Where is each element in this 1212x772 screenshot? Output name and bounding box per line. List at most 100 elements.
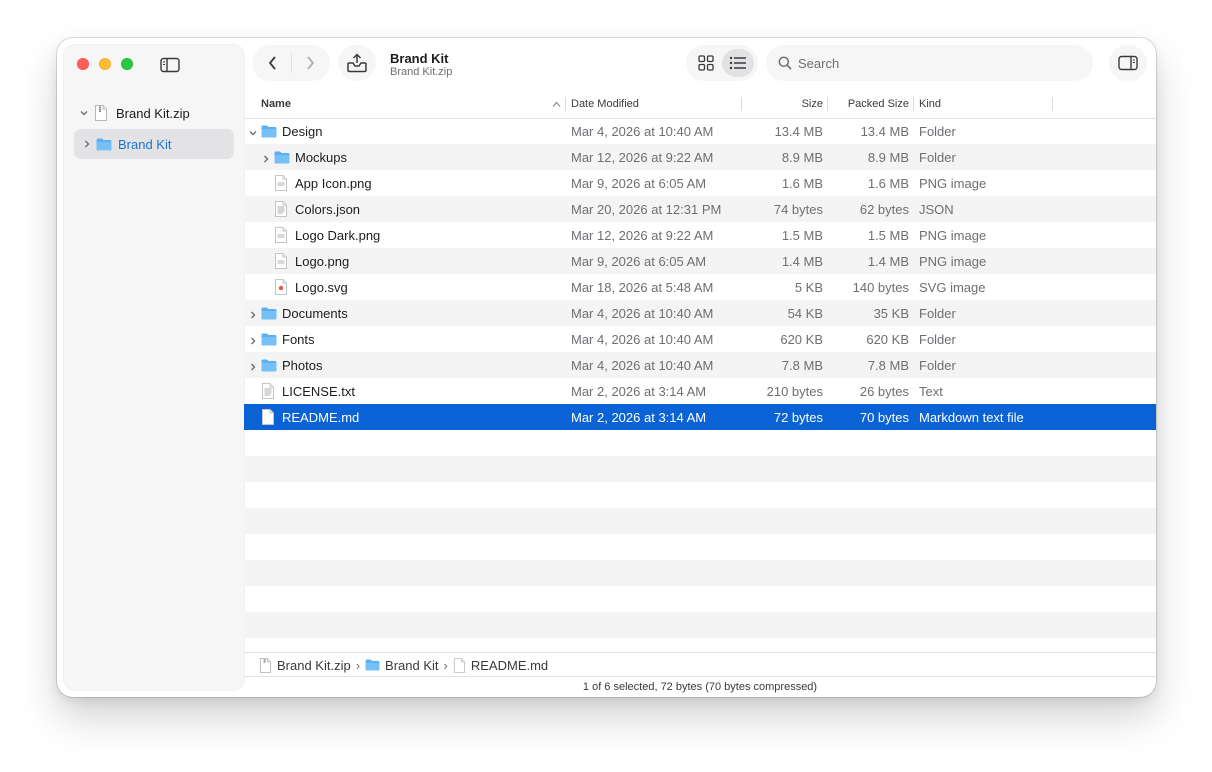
- empty-row: [244, 534, 1156, 560]
- file-row[interactable]: App Icon.png Mar 9, 2026 at 6:05 AM 1.6 MB…: [244, 170, 1156, 196]
- sidebar-item-label: Brand Kit: [118, 136, 172, 152]
- row-kind: Folder: [919, 124, 956, 139]
- zip-file-icon: [94, 105, 108, 121]
- file-row[interactable]: Logo.svg Mar 18, 2026 at 5:48 AM 5 KB 140 b…: [244, 274, 1156, 300]
- file-row[interactable]: Logo Dark.png Mar 12, 2026 at 9:22 AM 1.5 …: [244, 222, 1156, 248]
- row-packed-size: 140 bytes: [852, 280, 909, 295]
- row-kind: Folder: [919, 358, 956, 373]
- status-bar: 1 of 6 selected, 72 bytes (70 bytes comp…: [244, 676, 1156, 697]
- path-item-file[interactable]: README.md: [453, 658, 548, 673]
- row-packed-size: 7.8 MB: [867, 358, 909, 373]
- folder-row[interactable]: Documents Mar 4, 2026 at 10:40 AM 54 KB 35 …: [244, 300, 1156, 326]
- column-header: Name Date Modified Size Packed Size Kind: [244, 93, 1156, 119]
- sidebar: Brand Kit.zip Brand Kit: [64, 45, 244, 690]
- image-file-icon: [274, 227, 290, 243]
- window-subtitle: Brand Kit.zip: [390, 66, 453, 78]
- row-date-modified: Mar 12, 2026 at 9:22 AM: [571, 150, 714, 165]
- row-date-modified: Mar 4, 2026 at 10:40 AM: [571, 358, 714, 373]
- row-date-modified: Mar 9, 2026 at 6:05 AM: [571, 254, 707, 269]
- file-row[interactable]: Logo.png Mar 9, 2026 at 6:05 AM 1.4 MB 1.4 …: [244, 248, 1156, 274]
- path-item-label: README.md: [470, 657, 549, 673]
- path-item-label: Brand Kit.zip: [277, 657, 351, 673]
- row-name: LICENSE.txt: [282, 384, 355, 399]
- search-field[interactable]: Search: [766, 45, 1093, 81]
- file-row[interactable]: LICENSE.txt Mar 2, 2026 at 3:14 AM 210 byt…: [244, 378, 1156, 404]
- sort-ascending-icon[interactable]: [552, 99, 561, 111]
- folder-row[interactable]: Photos Mar 4, 2026 at 10:40 AM 7.8 MB 7.8 M…: [244, 352, 1156, 378]
- row-name: Logo Dark.png: [295, 228, 381, 243]
- column-date-modified[interactable]: Date Modified: [571, 98, 639, 110]
- navigation-group: [252, 45, 330, 81]
- empty-row: [244, 456, 1156, 482]
- row-date-modified: Mar 18, 2026 at 5:48 AM: [571, 280, 714, 295]
- row-packed-size: 26 bytes: [859, 384, 909, 399]
- row-size: 620 KB: [780, 332, 823, 347]
- archive-window: Brand Kit.zip Brand Kit Brand Kit Brand …: [57, 38, 1156, 697]
- extract-icon: [346, 53, 368, 73]
- file-list: Design Mar 4, 2026 at 10:40 AM 13.4 MB 13.4…: [244, 118, 1156, 638]
- row-size: 5 KB: [794, 280, 823, 295]
- forward-button[interactable]: [292, 55, 328, 71]
- inspector-toggle-button[interactable]: [1109, 45, 1147, 81]
- icon-view-button[interactable]: [690, 49, 722, 77]
- row-kind: PNG image: [919, 176, 987, 191]
- text-file-icon: [261, 383, 277, 399]
- column-name[interactable]: Name: [261, 98, 291, 110]
- row-kind: PNG image: [919, 228, 987, 243]
- close-window-button[interactable]: [77, 58, 89, 70]
- sidebar-toggle-icon[interactable]: [160, 57, 180, 73]
- row-kind: Folder: [919, 306, 956, 321]
- row-date-modified: Mar 9, 2026 at 6:05 AM: [571, 176, 707, 191]
- inspector-icon: [1118, 55, 1138, 71]
- row-date-modified: Mar 4, 2026 at 10:40 AM: [571, 124, 714, 139]
- text-file-icon: [274, 201, 290, 217]
- folder-row[interactable]: Mockups Mar 12, 2026 at 9:22 AM 8.9 MB 8.9 …: [244, 144, 1156, 170]
- chevron-right-icon[interactable]: [80, 137, 94, 151]
- path-item-archive[interactable]: Brand Kit.zip: [259, 658, 351, 673]
- column-size[interactable]: Size: [747, 98, 823, 110]
- chevron-down-icon[interactable]: [77, 106, 91, 120]
- path-item-label: Brand Kit: [385, 657, 439, 673]
- row-name: App Icon.png: [295, 176, 372, 191]
- empty-row: [244, 482, 1156, 508]
- row-kind: PNG image: [919, 254, 987, 269]
- row-name: Logo.svg: [295, 280, 348, 295]
- row-name: Design: [282, 124, 323, 139]
- folder-row[interactable]: Fonts Mar 4, 2026 at 10:40 AM 620 KB 620 KB…: [244, 326, 1156, 352]
- zoom-window-button[interactable]: [121, 58, 133, 70]
- search-placeholder: Search: [798, 55, 840, 71]
- extract-button[interactable]: [338, 45, 376, 81]
- grid-icon: [698, 55, 714, 71]
- row-date-modified: Mar 12, 2026 at 9:22 AM: [571, 228, 714, 243]
- document-icon: [453, 657, 466, 673]
- window-title: Brand Kit: [390, 51, 449, 66]
- row-size: 54 KB: [787, 306, 823, 321]
- row-packed-size: 8.9 MB: [867, 150, 909, 165]
- folder-row[interactable]: Design Mar 4, 2026 at 10:40 AM 13.4 MB 13.4…: [244, 118, 1156, 144]
- folder-icon: [261, 125, 277, 141]
- folder-icon: [274, 151, 290, 167]
- row-size: 13.4 MB: [774, 124, 823, 139]
- row-date-modified: Mar 2, 2026 at 3:14 AM: [571, 410, 707, 425]
- column-kind[interactable]: Kind: [919, 98, 941, 110]
- path-item-folder[interactable]: Brand Kit: [365, 657, 439, 673]
- svg-file-icon: [274, 279, 290, 295]
- minimize-window-button[interactable]: [99, 58, 111, 70]
- sidebar-item-archive[interactable]: Brand Kit.zip: [64, 98, 244, 128]
- list-icon: [729, 56, 746, 70]
- row-kind: JSON: [919, 202, 954, 217]
- sidebar-item-brand-kit[interactable]: Brand Kit: [74, 129, 234, 159]
- file-row[interactable]: README.md Mar 2, 2026 at 3:14 AM 72 bytes 7…: [244, 404, 1156, 430]
- row-date-modified: Mar 4, 2026 at 10:40 AM: [571, 306, 714, 321]
- row-name: Documents: [282, 306, 348, 321]
- file-row[interactable]: Colors.json Mar 20, 2026 at 12:31 PM 74 by…: [244, 196, 1156, 222]
- list-view-button[interactable]: [722, 49, 754, 77]
- path-separator-icon: ›: [443, 657, 448, 673]
- chevron-left-icon: [268, 56, 276, 70]
- chevron-right-icon: [306, 56, 314, 70]
- row-size: 7.8 MB: [781, 358, 823, 373]
- row-name: README.md: [282, 410, 360, 425]
- column-packed-size[interactable]: Packed Size: [833, 98, 909, 110]
- back-button[interactable]: [255, 55, 291, 71]
- row-packed-size: 70 bytes: [859, 410, 909, 425]
